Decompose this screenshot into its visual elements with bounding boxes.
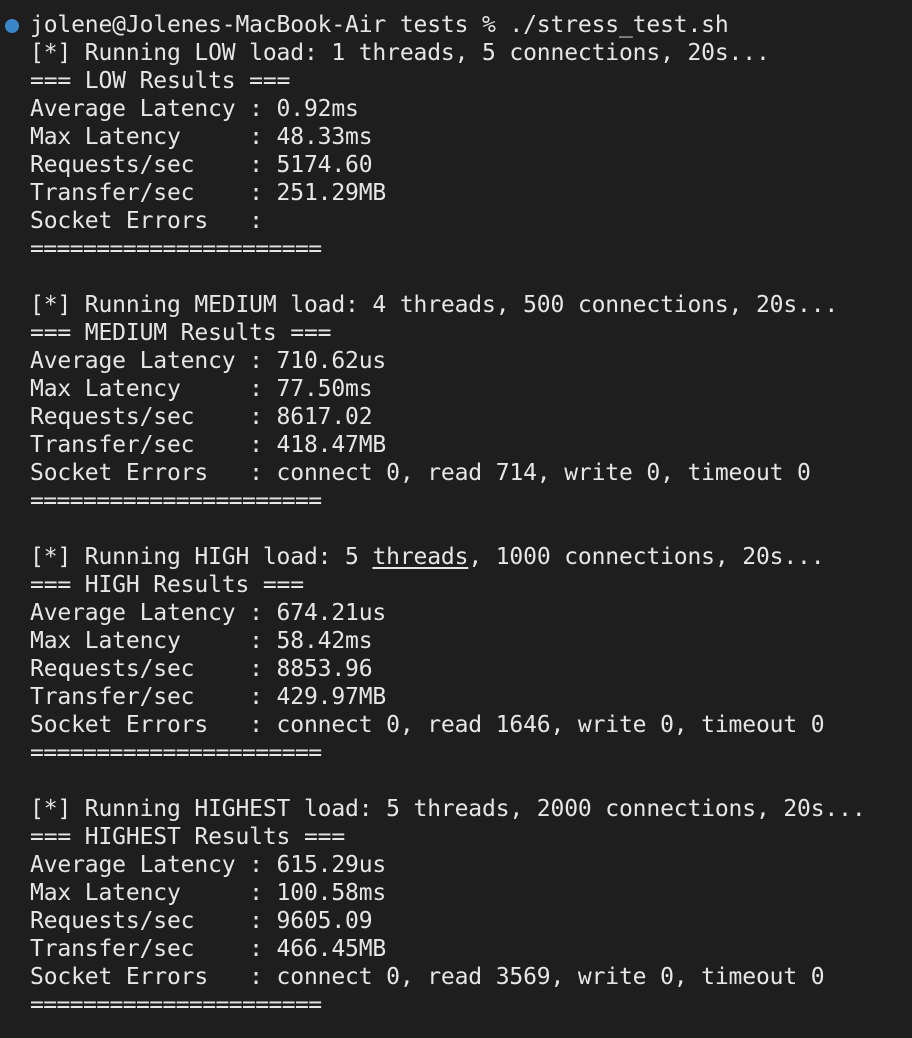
run-medium-transfer-per-sec: Transfer/sec : 418.47MB (30, 432, 387, 458)
run-highest-average-latency: Average Latency : 615.29us (30, 852, 387, 878)
run-high-requests-per-sec: Requests/sec : 8853.96 (30, 656, 373, 682)
run-medium-socket-errors: Socket Errors : connect 0, read 714, wri… (30, 460, 811, 486)
run-high-separator: ====================== (30, 740, 322, 766)
run-high-running-prefix: [*] Running HIGH load: 5 (30, 544, 373, 570)
prompt-command: jolene@Jolenes-MacBook-Air tests % ./str… (30, 12, 729, 38)
run-low-results-header: === LOW Results === (30, 68, 291, 94)
run-medium-requests-per-sec: Requests/sec : 8617.02 (30, 404, 373, 430)
run-medium-results-header: === MEDIUM Results === (30, 320, 332, 346)
run-high-results-header: === HIGH Results === (30, 572, 304, 598)
run-medium-max-latency: Max Latency : 77.50ms (30, 376, 373, 402)
run-high-running-line: [*] Running HIGH load: 5 threads, 1000 c… (30, 543, 912, 571)
run-low-transfer-per-sec: Transfer/sec : 251.29MB (30, 180, 387, 206)
run-high-max-latency: Max Latency : 58.42ms (30, 628, 373, 654)
run-high-running-suffix: , 1000 connections, 20s... (468, 544, 825, 570)
run-low-socket-errors: Socket Errors : (30, 208, 263, 234)
run-highest-socket-errors: Socket Errors : connect 0, read 3569, wr… (30, 964, 825, 990)
run-medium-average-latency: Average Latency : 710.62us (30, 348, 387, 374)
run-high-transfer-per-sec: Transfer/sec : 429.97MB (30, 684, 387, 710)
run-highest-results-header: === HIGHEST Results === (30, 824, 346, 850)
run-low-max-latency: Max Latency : 48.33ms (30, 124, 373, 150)
run-high-socket-errors: Socket Errors : connect 0, read 1646, wr… (30, 712, 825, 738)
run-highest-requests-per-sec: Requests/sec : 9605.09 (30, 908, 373, 934)
run-highest-max-latency: Max Latency : 100.58ms (30, 880, 387, 906)
run-high-average-latency: Average Latency : 674.21us (30, 600, 387, 626)
run-low-average-latency: Average Latency : 0.92ms (30, 96, 359, 122)
run-low-requests-per-sec: Requests/sec : 5174.60 (30, 152, 373, 178)
run-highest-separator: ====================== (30, 992, 322, 1018)
run-highest-transfer-per-sec: Transfer/sec : 466.45MB (30, 936, 387, 962)
command-status-dot-icon[interactable] (5, 19, 19, 33)
threads-link[interactable]: threads (372, 544, 468, 570)
prompt-line: jolene@Jolenes-MacBook-Air tests % ./str… (5, 11, 912, 39)
run-medium-running-line: [*] Running MEDIUM load: 4 threads, 500 … (30, 292, 839, 318)
terminal-window[interactable]: jolene@Jolenes-MacBook-Air tests % ./str… (0, 0, 912, 1038)
run-medium-separator: ====================== (30, 488, 322, 514)
run-highest-running-line: [*] Running HIGHEST load: 5 threads, 200… (30, 796, 866, 822)
run-low-running-line: [*] Running LOW load: 1 threads, 5 conne… (30, 40, 770, 66)
run-low-separator: ====================== (30, 236, 322, 262)
